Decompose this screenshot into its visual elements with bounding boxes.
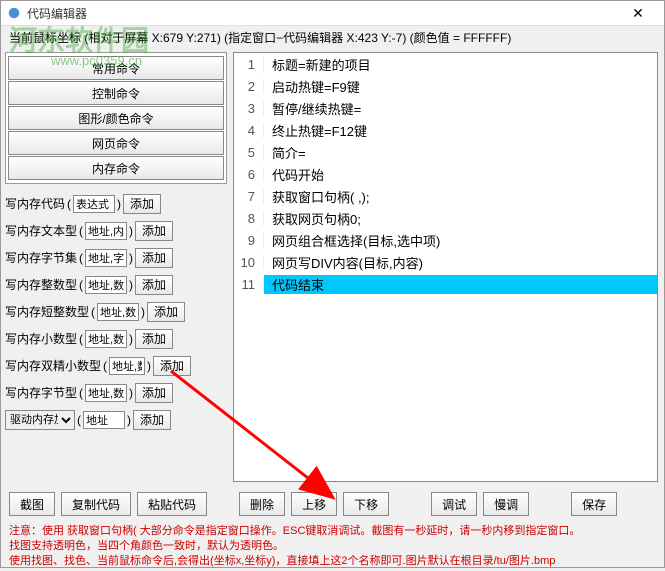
line-text[interactable]: 简介=	[264, 143, 657, 162]
mem-input[interactable]	[85, 330, 127, 348]
mem-label: 写内存小数型	[5, 330, 77, 347]
cmd-control[interactable]: 控制命令	[8, 81, 224, 105]
cmd-memory[interactable]: 内存命令	[8, 156, 224, 180]
line-number: 1	[234, 57, 264, 72]
bottom-toolbar: 截图 复制代码 粘贴代码 删除 上移 下移 调试 慢调 保存	[1, 486, 664, 522]
line-number: 6	[234, 167, 264, 182]
mem-row: 写内存字节型()添加	[5, 379, 227, 406]
mem-input[interactable]	[109, 357, 145, 375]
footer-hint: 注意：使用 获取窗口句柄( 大部分命令是指定窗口操作。ESC键取消调试。截图有一…	[1, 522, 664, 571]
paste-code-button[interactable]: 粘贴代码	[137, 492, 207, 516]
mem-input[interactable]	[85, 384, 127, 402]
line-text[interactable]: 网页组合框选择(目标,选中项)	[264, 231, 657, 250]
mem-input[interactable]	[85, 222, 127, 240]
code-line: 7获取窗口句柄( ,);	[234, 185, 657, 207]
line-number: 11	[234, 277, 264, 292]
mem-row: 写内存代码()添加	[5, 190, 227, 217]
add-button[interactable]: 添加	[135, 248, 173, 268]
mem-label: 写内存短整数型	[5, 303, 89, 320]
driver-select[interactable]: 驱动内存加	[5, 410, 75, 430]
save-button[interactable]: 保存	[571, 492, 617, 516]
mem-label: 写内存整数型	[5, 276, 77, 293]
mem-input[interactable]	[85, 276, 127, 294]
line-text[interactable]: 标题=新建的项目	[264, 55, 657, 74]
slow-debug-button[interactable]: 慢调	[483, 492, 529, 516]
mem-label: 写内存字节型	[5, 384, 77, 401]
screenshot-button[interactable]: 截图	[9, 492, 55, 516]
line-text[interactable]: 暂停/继续热键=	[264, 99, 657, 118]
line-text[interactable]: 网页写DIV内容(目标,内容)	[264, 253, 657, 272]
command-button-group: 常用命令 控制命令 图形/颜色命令 网页命令 内存命令	[5, 52, 227, 184]
mem-row: 写内存文本型()添加	[5, 217, 227, 244]
add-button[interactable]: 添加	[147, 302, 185, 322]
move-up-button[interactable]: 上移	[291, 492, 337, 516]
mem-label: 写内存代码	[5, 195, 65, 212]
line-text[interactable]: 终止热键=F12键	[264, 121, 657, 140]
line-number: 3	[234, 101, 264, 116]
mem-row: 写内存双精小数型()添加	[5, 352, 227, 379]
add-button[interactable]: 添加	[135, 329, 173, 349]
right-panel: 1标题=新建的项目 2启动热键=F9键 3暂停/继续热键= 4终止热键=F12键…	[231, 48, 664, 486]
app-icon	[7, 6, 21, 20]
move-down-button[interactable]: 下移	[343, 492, 389, 516]
line-number: 7	[234, 189, 264, 204]
add-button[interactable]: 添加	[135, 275, 173, 295]
mem-input[interactable]	[97, 303, 139, 321]
titlebar: 代码编辑器 ✕	[1, 1, 664, 26]
line-text[interactable]: 获取窗口句柄( ,);	[264, 187, 657, 206]
code-line: 10网页写DIV内容(目标,内容)	[234, 251, 657, 273]
memory-rows: 写内存代码()添加 写内存文本型()添加 写内存字节集()添加 写内存整数型()…	[5, 190, 227, 433]
mem-row: 写内存整数型()添加	[5, 271, 227, 298]
code-line: 8获取网页句柄0;	[234, 207, 657, 229]
code-line: 9网页组合框选择(目标,选中项)	[234, 229, 657, 251]
mem-input[interactable]	[85, 249, 127, 267]
line-text[interactable]: 代码开始	[264, 165, 657, 184]
debug-button[interactable]: 调试	[431, 492, 477, 516]
add-button[interactable]: 添加	[133, 410, 171, 430]
coordinate-bar: 当前鼠标坐标 (相对于屏幕 X:679 Y:271) (指定窗口−代码编辑器 X…	[1, 26, 664, 48]
mem-label: 写内存文本型	[5, 222, 77, 239]
cmd-common[interactable]: 常用命令	[8, 56, 224, 80]
add-button[interactable]: 添加	[135, 221, 173, 241]
copy-code-button[interactable]: 复制代码	[61, 492, 131, 516]
code-line: 5简介=	[234, 141, 657, 163]
mem-row: 写内存字节集()添加	[5, 244, 227, 271]
line-number: 2	[234, 79, 264, 94]
cmd-web[interactable]: 网页命令	[8, 131, 224, 155]
close-button[interactable]: ✕	[618, 5, 658, 22]
code-line: 3暂停/继续热键=	[234, 97, 657, 119]
mem-label: 写内存双精小数型	[5, 357, 101, 374]
left-panel: 常用命令 控制命令 图形/颜色命令 网页命令 内存命令 写内存代码()添加 写内…	[1, 48, 231, 486]
line-number: 8	[234, 211, 264, 226]
mem-row: 写内存小数型()添加	[5, 325, 227, 352]
line-number: 10	[234, 255, 264, 270]
line-number: 4	[234, 123, 264, 138]
code-editor[interactable]: 1标题=新建的项目 2启动热键=F9键 3暂停/继续热键= 4终止热键=F12键…	[233, 52, 658, 482]
driver-input[interactable]	[83, 411, 125, 429]
code-line: 1标题=新建的项目	[234, 53, 657, 75]
line-text[interactable]: 获取网页句柄0;	[264, 209, 657, 228]
code-line: 6代码开始	[234, 163, 657, 185]
cmd-graphics[interactable]: 图形/颜色命令	[8, 106, 224, 130]
line-text[interactable]: 启动热键=F9键	[264, 77, 657, 96]
add-button[interactable]: 添加	[153, 356, 191, 376]
add-button[interactable]: 添加	[135, 383, 173, 403]
mem-row: 写内存短整数型()添加	[5, 298, 227, 325]
window-title: 代码编辑器	[27, 5, 618, 22]
code-line: 4终止热键=F12键	[234, 119, 657, 141]
line-number: 5	[234, 145, 264, 160]
code-line-selected: 11代码结束	[234, 273, 657, 295]
mem-label: 写内存字节集	[5, 249, 77, 266]
driver-row: 驱动内存加 () 添加	[5, 406, 227, 433]
mem-input[interactable]	[73, 195, 115, 213]
code-line: 2启动热键=F9键	[234, 75, 657, 97]
line-number: 9	[234, 233, 264, 248]
delete-button[interactable]: 删除	[239, 492, 285, 516]
add-button[interactable]: 添加	[123, 194, 161, 214]
line-text[interactable]: 代码结束	[264, 275, 657, 294]
